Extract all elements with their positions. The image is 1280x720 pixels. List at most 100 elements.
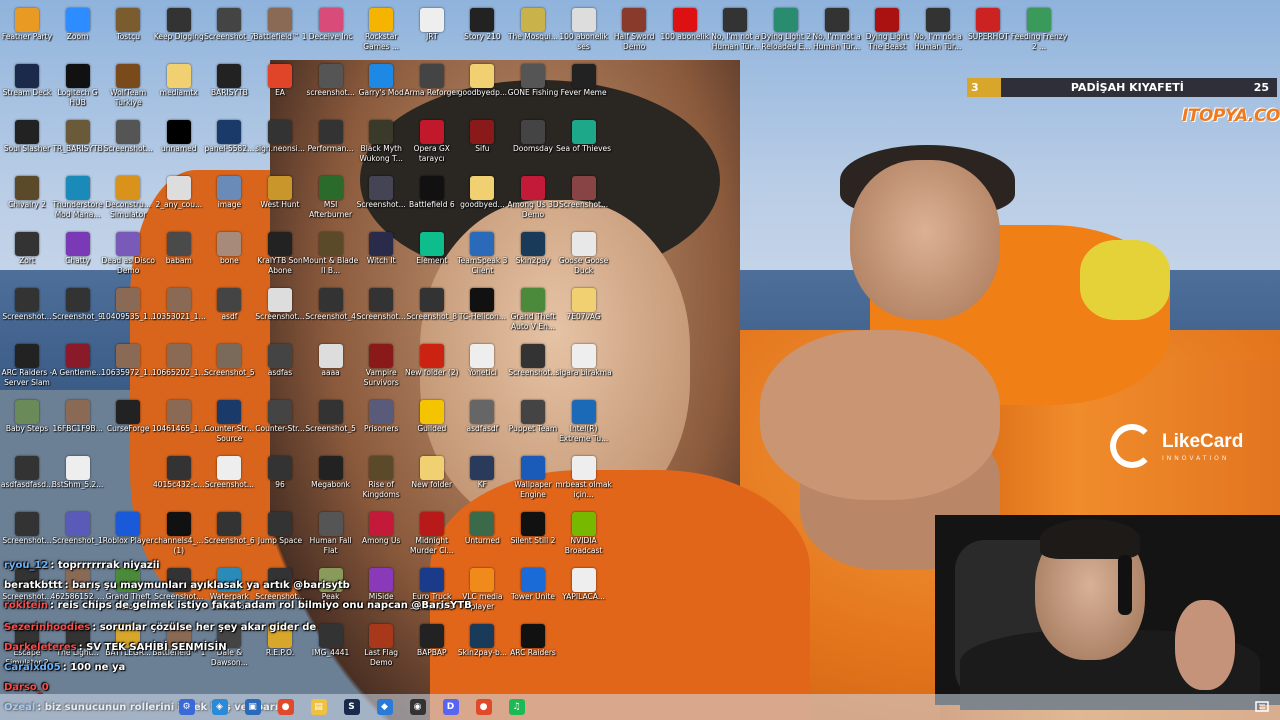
desktop-icon[interactable]: Among Us — [356, 508, 406, 564]
taskbar-button[interactable]: ● — [269, 694, 302, 720]
desktop-icon[interactable]: Last Flag Demo — [356, 620, 406, 676]
desktop-icon[interactable]: Zoom — [53, 4, 103, 60]
desktop-icon[interactable]: Grand Theft Auto V — [103, 564, 153, 620]
desktop-icon[interactable]: Witch It — [356, 228, 406, 284]
desktop-icon[interactable]: aaaa — [306, 340, 356, 396]
desktop-icon[interactable]: Puppet Team — [508, 396, 558, 452]
desktop-icon[interactable]: 7E07vAG — [559, 284, 609, 340]
desktop-icon[interactable]: Silent Still 2 — [508, 508, 558, 564]
taskbar-button[interactable]: ♫ — [500, 694, 533, 720]
taskbar-button[interactable]: ◉ — [401, 694, 434, 720]
desktop-icon[interactable]: Element — [407, 228, 457, 284]
desktop-icon[interactable]: 100 abonelik — [660, 4, 710, 60]
desktop-icon[interactable]: Screenshot... — [255, 284, 305, 340]
desktop-icon[interactable]: BAPBAP — [407, 620, 457, 676]
desktop-icon[interactable]: Dying Light The Beast — [862, 4, 912, 60]
desktop-icon[interactable]: No, I'm not a Human Tür... — [812, 4, 862, 60]
taskbar-button[interactable]: ▤ — [302, 694, 335, 720]
desktop-icon[interactable]: VLC media player — [457, 564, 507, 620]
desktop-icon[interactable]: sign.neonsi... — [255, 116, 305, 172]
desktop-icon[interactable]: Intel(R) Extreme Tu... — [559, 396, 609, 452]
desktop-icon[interactable]: Rise of Kingdoms — [356, 452, 406, 508]
desktop-icon[interactable]: Half Sword Demo — [609, 4, 659, 60]
desktop-icon[interactable]: Tostçu — [103, 4, 153, 60]
notification-icon[interactable] — [1254, 699, 1270, 715]
desktop-icon[interactable]: Screenshot_1 — [52, 508, 103, 564]
desktop-icon[interactable]: Sea of Thieves — [556, 116, 611, 172]
desktop-icon[interactable]: Screenshot_9 — [52, 284, 103, 340]
desktop-icon[interactable]: Screenshot... — [2, 508, 52, 564]
desktop-icon[interactable]: Goose Goose Duck — [559, 228, 609, 284]
desktop-icon[interactable]: 462586152_... — [51, 564, 105, 620]
desktop-icon[interactable]: TR_BARISYTB — [52, 116, 103, 172]
taskbar-button[interactable]: ▣ — [236, 694, 269, 720]
desktop-icon[interactable]: asdf — [204, 284, 254, 340]
desktop-icon[interactable]: Dying Light 2 Reloaded E... — [761, 4, 811, 60]
desktop-icon[interactable]: Logitech G HUB — [53, 60, 103, 116]
desktop-icon[interactable]: TC-Helicon... — [457, 284, 507, 340]
taskbar-button[interactable]: ◆ — [368, 694, 401, 720]
desktop-icon[interactable]: Stream Deck — [2, 60, 52, 116]
desktop-icon[interactable]: Screenshot_5 — [204, 340, 255, 396]
desktop-icon[interactable]: 10461465_1... — [152, 396, 206, 452]
desktop-icon[interactable]: Guilded — [407, 396, 457, 452]
desktop-icon[interactable]: babam — [154, 228, 204, 284]
desktop-icon[interactable]: Fever Meme — [559, 60, 609, 116]
desktop-icon[interactable]: Among Us 3D Demo — [507, 172, 559, 228]
desktop-icon[interactable]: No, I'm not a Human Tür... — [710, 4, 760, 60]
desktop-icon[interactable]: Screenshot... — [559, 172, 609, 228]
desktop-icon[interactable]: Screenshot_5 — [305, 396, 356, 452]
desktop-icon[interactable]: bone — [204, 228, 254, 284]
desktop-icon[interactable]: Feeding Frenzy 2 ... — [1011, 4, 1067, 60]
desktop-icon[interactable]: West Hunt — [255, 172, 305, 228]
desktop-icon[interactable]: Counter-Str... — [255, 396, 305, 452]
desktop-icon[interactable]: Screenshot... — [508, 340, 558, 396]
desktop-icon[interactable]: GONE Fishing — [508, 60, 558, 116]
desktop-icon[interactable]: Skin2pay-b... — [457, 620, 507, 676]
desktop-icon[interactable]: MiSide — [356, 564, 406, 620]
desktop-icon[interactable]: 16FBC1F9B... — [52, 396, 103, 452]
taskbar-button[interactable]: ◈ — [203, 694, 236, 720]
desktop-icon[interactable]: Unturned — [457, 508, 507, 564]
taskbar-button[interactable]: S — [335, 694, 368, 720]
desktop-icon[interactable]: BstShm_5.2... — [52, 452, 103, 508]
desktop-icon[interactable]: The Mosqui... — [508, 4, 558, 60]
desktop-icon[interactable]: 10635972_1... — [101, 340, 155, 396]
desktop-icon[interactable]: Screenshot_6 — [204, 508, 255, 564]
desktop-icon[interactable]: Prisoners — [356, 396, 406, 452]
desktop-icon[interactable]: Chatty — [53, 228, 103, 284]
desktop-icon[interactable]: Screenshot_4 — [305, 284, 356, 340]
desktop-icon[interactable]: Opera GX taraycı — [407, 116, 457, 172]
desktop-icon[interactable]: 100 abonelik ses — [559, 4, 609, 60]
desktop-icon[interactable]: New folder (2) — [405, 340, 459, 396]
desktop-icon[interactable]: Tower Unite — [508, 564, 558, 620]
desktop-icon[interactable]: Black Myth Wukong T... — [356, 116, 406, 172]
taskbar-button[interactable]: ● — [467, 694, 500, 720]
desktop-icon[interactable]: 4015c432-c... — [153, 452, 205, 508]
desktop-icon[interactable]: channels4_... (1) — [154, 508, 204, 564]
desktop-icon[interactable]: Dead as Disco Demo — [101, 228, 155, 284]
desktop-icon[interactable]: 96 — [255, 452, 305, 508]
desktop-icon[interactable]: Screenshot... — [154, 564, 204, 620]
desktop-icon[interactable]: asdfasdfasd... — [1, 452, 53, 508]
desktop-icon[interactable]: Grand Theft Auto V En... — [508, 284, 558, 340]
desktop-icon[interactable]: ARC Raiders — [508, 620, 558, 676]
desktop-icon[interactable]: KralYTB Son Abone — [255, 228, 305, 284]
desktop-icon[interactable]: Soul Slasher — [2, 116, 52, 172]
desktop-icon[interactable]: Baby Steps — [2, 396, 52, 452]
desktop-icon[interactable]: Midnight Murder Cl... — [407, 508, 457, 564]
desktop-icon[interactable]: Screenshot... — [2, 284, 52, 340]
desktop-icon[interactable]: TeamSpeak 3 Client — [457, 228, 507, 284]
desktop-icon[interactable]: Performan... — [306, 116, 356, 172]
desktop-icon[interactable]: 10665202_1... — [152, 340, 206, 396]
desktop-icon[interactable]: Screenshot... — [356, 172, 406, 228]
desktop-icon[interactable]: Sifu — [457, 116, 507, 172]
desktop-icon[interactable]: sigara birakma — [556, 340, 612, 396]
desktop-icon[interactable]: NVIDIA Broadcast — [559, 508, 609, 564]
desktop-icon[interactable]: YAPILACA... — [559, 564, 609, 620]
desktop-icon[interactable]: BARISYTB — [204, 60, 254, 116]
desktop-icon[interactable]: Human Fall Flat — [306, 508, 356, 564]
desktop-icon[interactable]: Euro Truck Simulator 2 — [407, 564, 457, 620]
desktop-icon[interactable]: Deconstru... Simulator — [103, 172, 153, 228]
desktop-icon[interactable]: Roblox Player — [103, 508, 154, 564]
